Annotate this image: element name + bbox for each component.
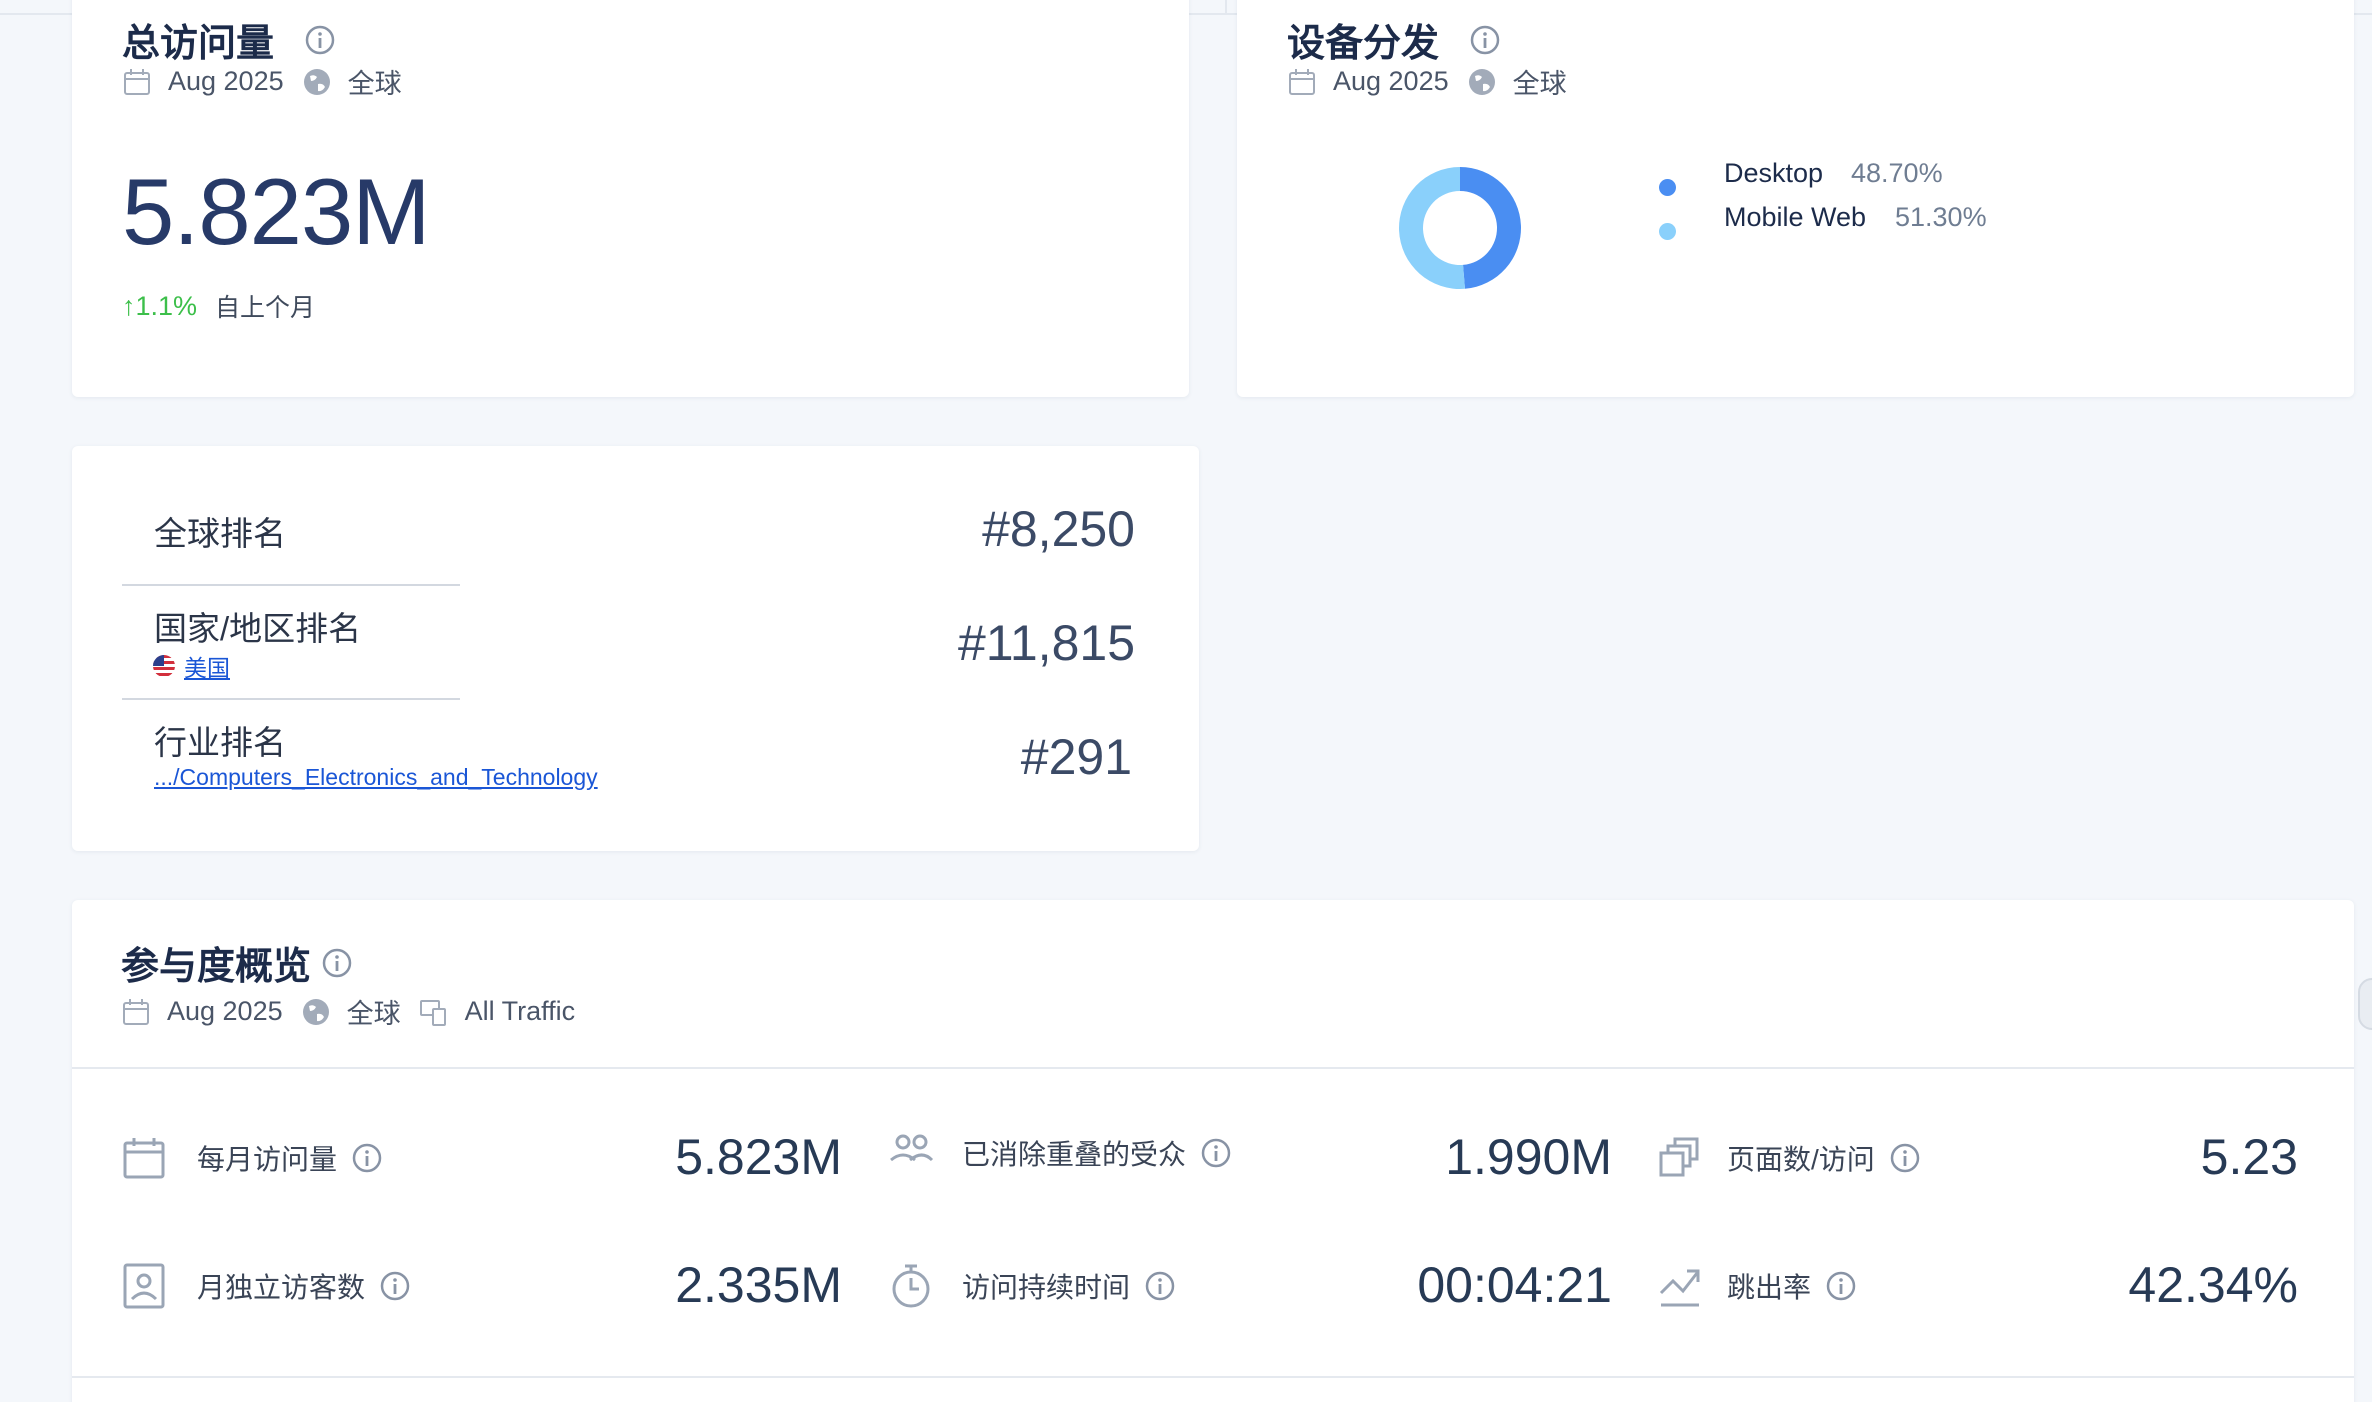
calendar-icon bbox=[123, 998, 149, 1025]
legend-value: 48.70% bbox=[1851, 157, 1943, 188]
metric-dedup-audience: 已消除重叠的受众 bbox=[888, 1130, 1232, 1176]
info-icon[interactable] bbox=[379, 1270, 411, 1302]
metric-pages-per-visit: 页面数/访问 bbox=[1657, 1135, 1921, 1181]
engagement-meta: Aug 2025 全球 All Traffic bbox=[121, 992, 593, 1031]
ranks-card: 全球排名 #8,250 国家/地区排名 美国 #11,815 行业排名 .../… bbox=[72, 446, 1199, 851]
metric-value: 2.335M bbox=[675, 1257, 842, 1313]
legend-value: 51.30% bbox=[1895, 201, 1987, 232]
desktop-slice bbox=[1460, 167, 1521, 289]
country-rank-label: 国家/地区排名 bbox=[154, 610, 362, 647]
info-icon[interactable] bbox=[1469, 24, 1501, 56]
change-up-indicator: ↑1.1% bbox=[122, 291, 197, 322]
region-label: 全球 bbox=[1512, 69, 1567, 99]
globe-icon bbox=[303, 68, 330, 95]
visitor-card-icon bbox=[123, 1263, 165, 1309]
country-rank-value: #11,815 bbox=[957, 615, 1135, 671]
global-rank-value: #8,250 bbox=[982, 501, 1135, 557]
metric-label: 页面数/访问 bbox=[1727, 1144, 1875, 1175]
total-visits-meta: Aug 2025 全球 bbox=[122, 62, 420, 101]
engagement-header-divider bbox=[72, 1067, 2354, 1069]
device-title: 设备分发 bbox=[1287, 12, 1501, 67]
engagement-bottom-divider bbox=[72, 1376, 2354, 1378]
visits-change: ↑1.1% 自上个月 bbox=[122, 288, 315, 324]
date-label: Aug 2025 bbox=[167, 996, 283, 1026]
globe-icon bbox=[302, 998, 329, 1025]
legend-name: Desktop bbox=[1724, 157, 1824, 188]
scroll-handle[interactable] bbox=[2358, 978, 2372, 1030]
engagement-title: 参与度概览 bbox=[121, 935, 353, 990]
desktop-dot bbox=[1659, 179, 1676, 196]
info-icon[interactable] bbox=[321, 947, 353, 979]
metric-monthly-visits: 每月访问量 bbox=[121, 1135, 383, 1181]
metric-label: 月独立访客数 bbox=[197, 1272, 366, 1303]
metric-value: 00:04:21 bbox=[1417, 1257, 1612, 1313]
category-rank-label: 行业排名 bbox=[154, 724, 286, 761]
info-icon[interactable] bbox=[1144, 1270, 1176, 1302]
traffic-label: All Traffic bbox=[464, 996, 576, 1026]
device-donut-chart bbox=[1399, 167, 1521, 289]
date-label: Aug 2025 bbox=[168, 66, 284, 96]
info-icon[interactable] bbox=[351, 1142, 383, 1174]
bounce-arrow-icon bbox=[1659, 1269, 1700, 1307]
country-link[interactable]: 美国 bbox=[152, 649, 230, 683]
category-rank-value: #291 bbox=[1020, 729, 1132, 785]
globe-icon bbox=[1468, 68, 1495, 95]
metric-bounce-rate: 跳出率 bbox=[1657, 1263, 1857, 1309]
change-percent: 1.1% bbox=[135, 290, 198, 321]
metric-label: 访问持续时间 bbox=[962, 1272, 1131, 1303]
engagement-card: 参与度概览 Aug 2025 全球 All Traffic 每月访问量 5.82… bbox=[72, 900, 2354, 1402]
info-icon[interactable] bbox=[1825, 1270, 1857, 1302]
us-flag-icon bbox=[153, 655, 175, 677]
metric-unique-visitors: 月独立访客数 bbox=[121, 1263, 411, 1309]
date-label: Aug 2025 bbox=[1333, 66, 1449, 96]
metric-visit-duration: 访问持续时间 bbox=[888, 1263, 1176, 1309]
metric-value: 5.23 bbox=[2200, 1129, 2298, 1185]
metric-value: 42.34% bbox=[2128, 1257, 2298, 1313]
device-legend: Desktop 48.70% Mobile Web 51.30% bbox=[1659, 158, 2059, 253]
stopwatch-icon bbox=[892, 1264, 930, 1308]
total-visits-card: 总访问量 Aug 2025 全球 5.823M ↑1.1% 自上个月 bbox=[72, 0, 1189, 397]
mobile-web-dot bbox=[1659, 223, 1676, 240]
info-icon[interactable] bbox=[304, 24, 336, 56]
metric-value: 5.823M bbox=[675, 1129, 842, 1185]
calendar-icon bbox=[124, 68, 150, 95]
metric-label: 每月访问量 bbox=[197, 1144, 338, 1175]
calendar-icon bbox=[123, 1138, 165, 1179]
calendar-icon bbox=[1289, 68, 1315, 95]
legend-name: Mobile Web bbox=[1724, 201, 1867, 232]
country-name[interactable]: 美国 bbox=[184, 649, 230, 683]
pages-icon bbox=[1659, 1137, 1699, 1177]
rank-divider bbox=[122, 698, 460, 700]
mobile-web-slice bbox=[1399, 167, 1465, 289]
total-visits-value: 5.823M bbox=[122, 159, 431, 264]
devices-icon bbox=[419, 999, 446, 1026]
category-link[interactable]: .../Computers_Electronics_and_Technology bbox=[154, 764, 598, 791]
users-icon bbox=[890, 1134, 934, 1162]
device-card: 设备分发 Aug 2025 全球 Desktop 48.70% Mobile W… bbox=[1237, 0, 2354, 397]
info-icon[interactable] bbox=[1200, 1137, 1232, 1169]
device-meta: Aug 2025 全球 bbox=[1287, 62, 1585, 101]
metric-label: 跳出率 bbox=[1727, 1272, 1812, 1303]
total-visits-title: 总访问量 bbox=[122, 12, 336, 67]
metric-label: 已消除重叠的受众 bbox=[962, 1139, 1187, 1170]
arrow-up-icon: ↑ bbox=[122, 290, 136, 321]
metric-value: 1.990M bbox=[1445, 1129, 1612, 1185]
info-icon[interactable] bbox=[1889, 1142, 1921, 1174]
region-label: 全球 bbox=[346, 999, 401, 1029]
change-label: 自上个月 bbox=[215, 294, 316, 322]
global-rank-label: 全球排名 bbox=[154, 515, 286, 552]
region-label: 全球 bbox=[347, 69, 402, 99]
rank-divider bbox=[122, 584, 460, 586]
